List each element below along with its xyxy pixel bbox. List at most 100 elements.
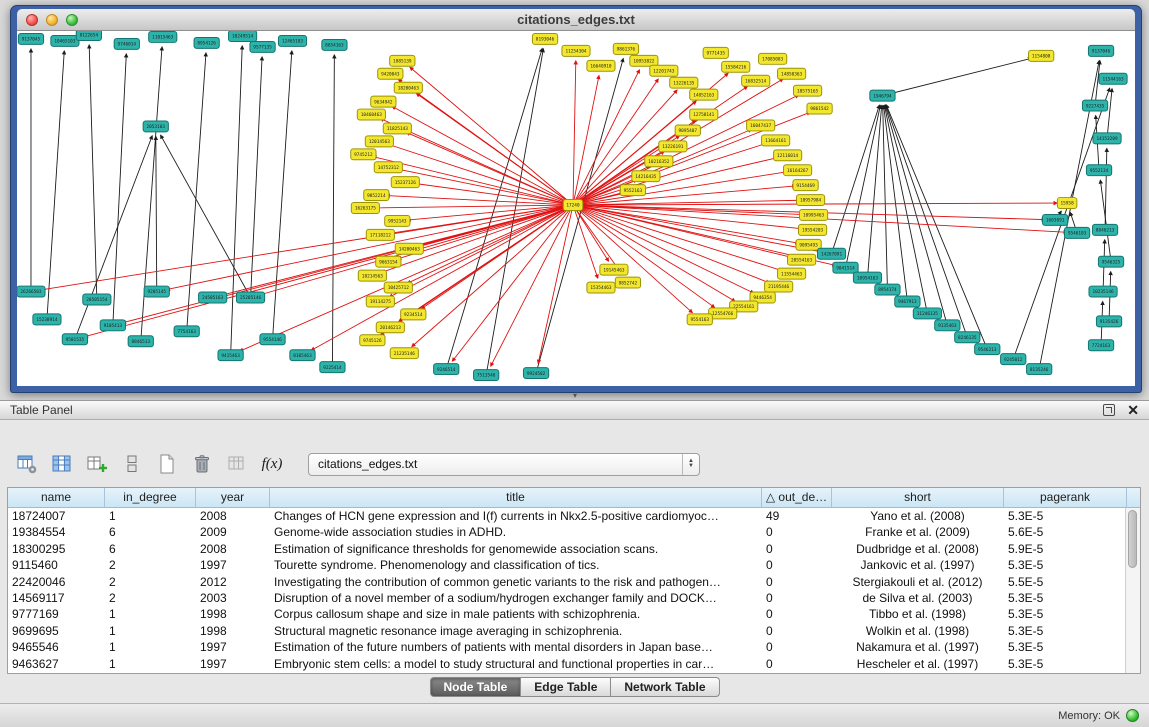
graph-node[interactable]: 10954163 — [853, 272, 881, 283]
graph-node[interactable]: 1946794 — [870, 90, 895, 101]
graph-node[interactable]: 17085083 — [759, 53, 787, 64]
graph-node[interactable]: 16832514 — [742, 75, 770, 86]
graph-node[interactable]: 9137045 — [18, 33, 43, 44]
graph-node[interactable]: 16047437 — [747, 120, 775, 131]
graph-node[interactable]: 9095493 — [796, 239, 821, 250]
graph-node[interactable]: 9852214 — [364, 190, 389, 201]
tab-edge-table[interactable]: Edge Table — [521, 677, 611, 697]
graph-node[interactable]: 9105413 — [100, 320, 125, 331]
network-table-selector[interactable]: citations_edges.txt ▲▼ — [308, 453, 700, 476]
graph-node[interactable]: 9546325 — [1098, 256, 1123, 267]
column-header-pagerank[interactable]: pagerank — [1004, 488, 1127, 507]
graph-node[interactable]: 12465103 — [278, 35, 306, 46]
show-columns-button[interactable] — [49, 451, 75, 477]
graph-node[interactable]: 14153209 — [1093, 133, 1121, 144]
import-table-button[interactable] — [224, 451, 250, 477]
table-row[interactable]: 1456911722003Disruption of a novel membe… — [8, 590, 1125, 606]
graph-node[interactable]: 11825143 — [383, 123, 411, 134]
network-canvas[interactable]: 1724018851399420043182004639634942104604… — [17, 31, 1135, 386]
table-scrollbar-thumb[interactable] — [1128, 510, 1137, 568]
graph-node[interactable]: 9852742 — [615, 277, 640, 288]
graph-node[interactable]: 8854163 — [322, 39, 347, 50]
graph-node[interactable]: 16164267 — [784, 165, 812, 176]
graph-node[interactable]: 19145463 — [600, 264, 628, 275]
graph-node[interactable]: 21235146 — [390, 348, 418, 359]
graph-node[interactable]: 8246135 — [955, 332, 980, 343]
graph-node[interactable]: 18957984 — [797, 195, 825, 206]
graph-node[interactable]: 9552134 — [1086, 165, 1111, 176]
graph-node[interactable]: 8846213 — [1092, 224, 1117, 235]
graph-node[interactable]: 21195446 — [765, 281, 793, 292]
tab-network-table[interactable]: Network Table — [611, 677, 719, 697]
graph-node[interactable]: 1603091 — [1043, 214, 1068, 225]
table-row[interactable]: 946554611997Estimation of the future num… — [8, 639, 1125, 655]
graph-node[interactable]: 9663154 — [376, 256, 401, 267]
graph-node[interactable]: 10953822 — [630, 55, 658, 66]
graph-node[interactable]: 17118212 — [366, 229, 394, 240]
graph-node[interactable]: 9554163 — [687, 314, 712, 325]
row-height-button[interactable] — [119, 451, 145, 477]
graph-node[interactable]: 9135426 — [1096, 316, 1121, 327]
graph-node[interactable]: 10460463 — [357, 109, 385, 120]
graph-node[interactable]: 9501535 — [62, 334, 87, 345]
table-row[interactable]: 946362711997Embryonic stem cells: a mode… — [8, 656, 1125, 672]
function-builder-button[interactable]: f(x) — [259, 451, 285, 477]
graph-node[interactable]: 9952143 — [385, 215, 410, 226]
graph-node[interactable]: 8193046 — [532, 33, 557, 44]
table-row[interactable]: 1872400712008Changes of HCN gene express… — [8, 508, 1125, 524]
graph-node[interactable]: 9420043 — [378, 68, 403, 79]
column-header-title[interactable]: title — [270, 488, 762, 507]
graph-node[interactable]: 9745212 — [351, 149, 376, 160]
graph-node[interactable]: 26266503 — [17, 286, 45, 297]
graph-node[interactable]: 10995463 — [800, 209, 828, 220]
graph-node[interactable]: 18214563 — [358, 270, 386, 281]
minimize-window-button[interactable] — [46, 14, 58, 26]
graph-node[interactable]: 14852163 — [690, 89, 718, 100]
graph-node[interactable]: 9924502 — [523, 368, 548, 379]
network-window-titlebar[interactable]: citations_edges.txt — [17, 9, 1135, 31]
graph-node[interactable]: 15354463 — [587, 282, 615, 293]
graph-node[interactable]: 13226191 — [659, 141, 687, 152]
table-mode-button[interactable] — [14, 451, 40, 477]
graph-node[interactable]: 8122654 — [76, 31, 101, 40]
graph-node[interactable]: 19114275 — [366, 296, 394, 307]
graph-node[interactable]: 20146213 — [376, 322, 404, 333]
table-row[interactable]: 1830029562008Estimation of significance … — [8, 541, 1125, 557]
graph-node[interactable]: 13226135 — [670, 77, 698, 88]
graph-node[interactable]: 11554463 — [778, 268, 806, 279]
graph-node[interactable]: 11254304 — [562, 45, 590, 56]
delete-table-button[interactable] — [189, 451, 215, 477]
graph-node[interactable]: 18575165 — [794, 85, 822, 96]
graph-node[interactable]: 15958 — [1057, 198, 1076, 209]
graph-node[interactable]: 9745126 — [360, 335, 385, 346]
graph-node[interactable]: 14752312 — [374, 162, 402, 173]
graph-node[interactable]: 15238914 — [33, 314, 61, 325]
graph-node[interactable]: 14850363 — [778, 68, 806, 79]
graph-node[interactable]: 11246135 — [913, 308, 941, 319]
column-header-short[interactable]: short — [832, 488, 1004, 507]
graph-node[interactable]: 1885139 — [390, 55, 415, 66]
panel-divider-handle[interactable]: ▾ — [567, 392, 583, 400]
graph-node[interactable]: 9467913 — [895, 296, 920, 307]
graph-node[interactable]: 9634942 — [371, 96, 396, 107]
table-row[interactable]: 977716911998Corpus callosum shape and si… — [8, 606, 1125, 622]
graph-node[interactable]: 25205146 — [237, 292, 265, 303]
column-header-year[interactable]: year — [196, 488, 270, 507]
close-panel-icon[interactable]: ✕ — [1127, 404, 1139, 416]
graph-node[interactable]: 9771435 — [703, 47, 728, 58]
graph-node[interactable]: 10249514 — [229, 31, 257, 41]
graph-node[interactable]: 9841514 — [833, 262, 858, 273]
graph-node[interactable]: 9225414 — [320, 362, 345, 373]
close-window-button[interactable] — [26, 14, 38, 26]
graph-node[interactable]: 9415463 — [218, 350, 243, 361]
graph-node[interactable]: 9135463 — [935, 320, 960, 331]
table-scrollbar[interactable] — [1125, 508, 1140, 673]
table-row[interactable]: 2242004622012Investigating the contribut… — [8, 574, 1125, 590]
graph-node[interactable]: 14200463 — [395, 243, 423, 254]
graph-node[interactable]: 9746014 — [114, 38, 139, 49]
graph-node[interactable]: 9137046 — [1088, 45, 1113, 56]
graph-node[interactable]: 16263175 — [351, 203, 379, 214]
graph-node[interactable]: 12116014 — [774, 150, 802, 161]
graph-node[interactable]: 10216352 — [645, 156, 673, 167]
graph-node[interactable]: 9154469 — [793, 180, 818, 191]
